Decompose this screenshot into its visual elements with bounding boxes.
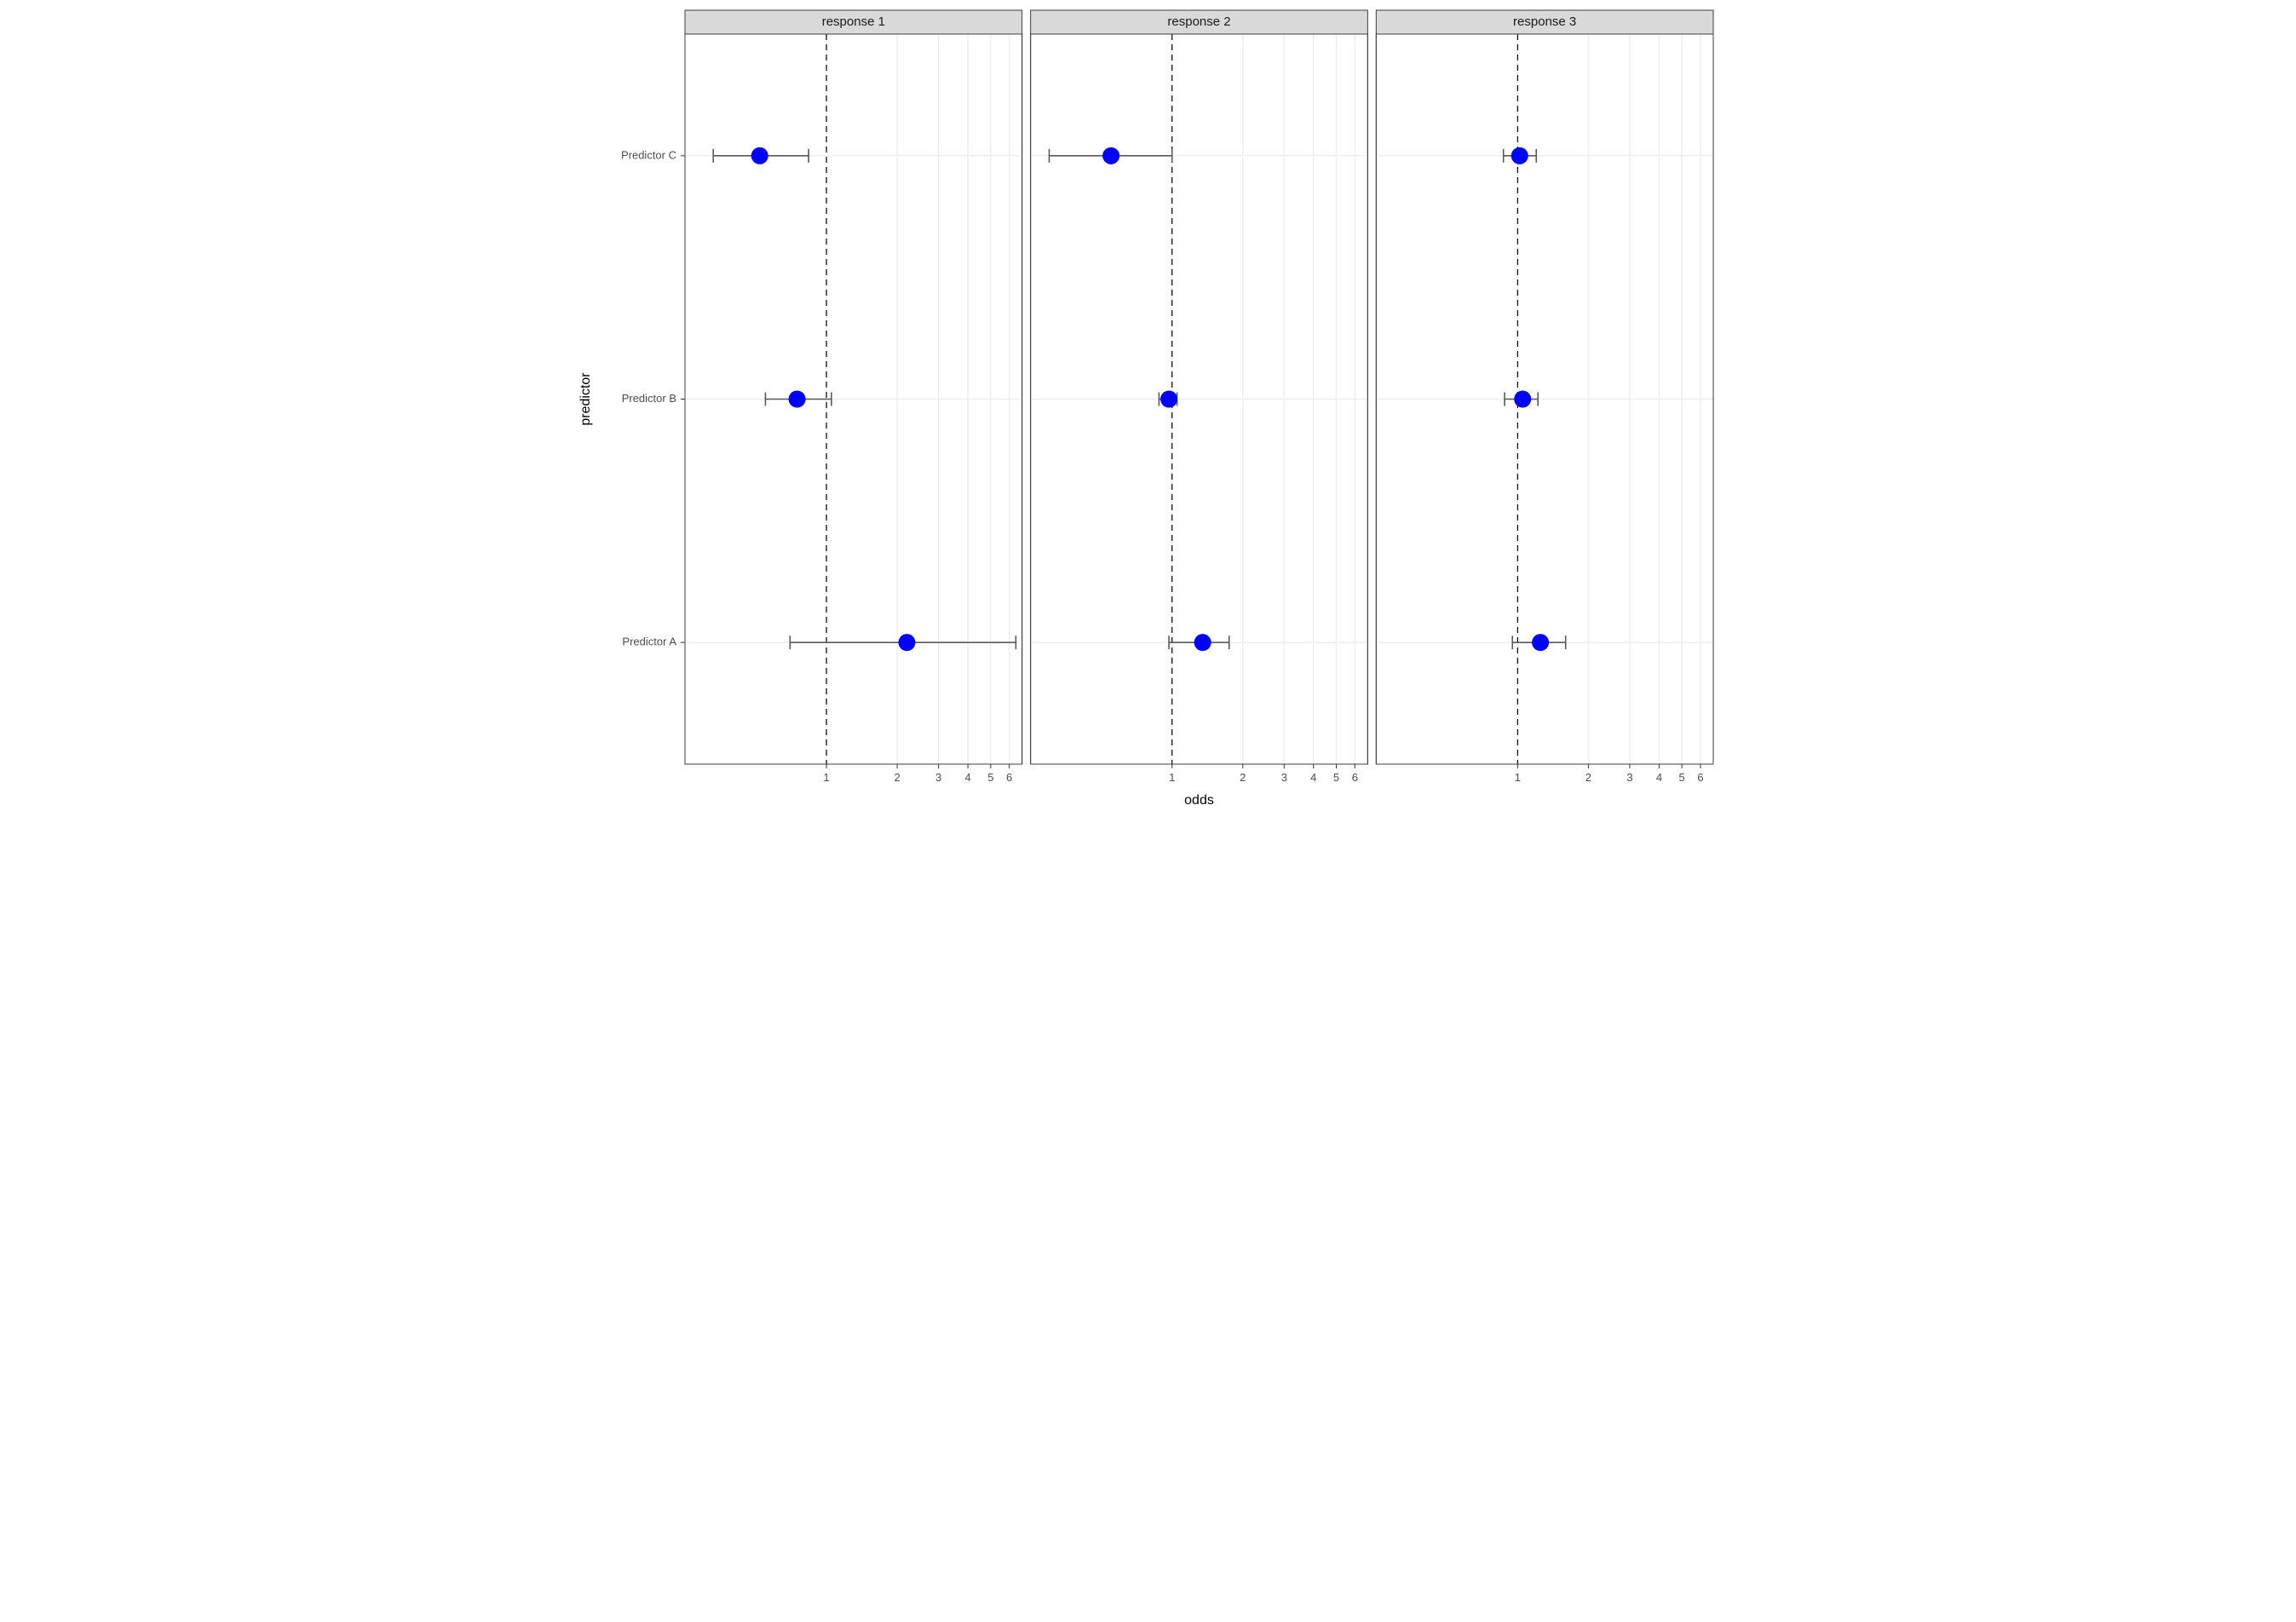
x-tick-label: 2 <box>1240 771 1246 784</box>
x-tick-label: 6 <box>1006 771 1012 784</box>
x-tick-label: 1 <box>1169 771 1175 784</box>
facet-label: response 2 <box>1167 14 1230 29</box>
x-tick-label: 6 <box>1697 771 1703 784</box>
data-point <box>1194 634 1211 651</box>
x-tick-label: 5 <box>1333 771 1339 784</box>
data-point <box>898 634 915 651</box>
facet-label: response 1 <box>822 14 885 29</box>
x-tick-label: 2 <box>1585 771 1591 784</box>
x-tick-label: 4 <box>1310 771 1316 784</box>
x-tick-label: 5 <box>1679 771 1685 784</box>
data-point <box>1511 147 1528 164</box>
chart-svg: predictor odds Predictor A Predictor B Predi… <box>574 0 1722 811</box>
x-tick-label: 6 <box>1352 771 1358 784</box>
x-tick-label: 3 <box>1281 771 1287 784</box>
x-tick-label: 3 <box>935 771 941 784</box>
y-tick-label: Predictor C <box>621 148 676 161</box>
data-point <box>1160 391 1177 408</box>
x-tick-label: 1 <box>823 771 829 784</box>
x-tick-label: 1 <box>1515 771 1521 784</box>
chart-root: predictor odds Predictor A Predictor B Predi… <box>574 0 1722 811</box>
x-axis-title: odds <box>1184 793 1214 808</box>
data-point <box>1532 634 1549 651</box>
x-tick-label: 3 <box>1626 771 1632 784</box>
data-point <box>1102 147 1119 164</box>
x-tick-label: 5 <box>987 771 993 784</box>
y-axis-title: predictor <box>578 372 593 426</box>
data-point <box>789 391 806 408</box>
x-tick-label: 4 <box>1656 771 1662 784</box>
data-point <box>751 147 768 164</box>
y-tick-label: Predictor B <box>622 392 676 405</box>
x-tick-label: 2 <box>894 771 900 784</box>
y-tick-label: Predictor A <box>622 636 676 648</box>
x-tick-label: 4 <box>964 771 970 784</box>
data-point <box>1514 391 1531 408</box>
facet-label: response 3 <box>1513 14 1576 29</box>
